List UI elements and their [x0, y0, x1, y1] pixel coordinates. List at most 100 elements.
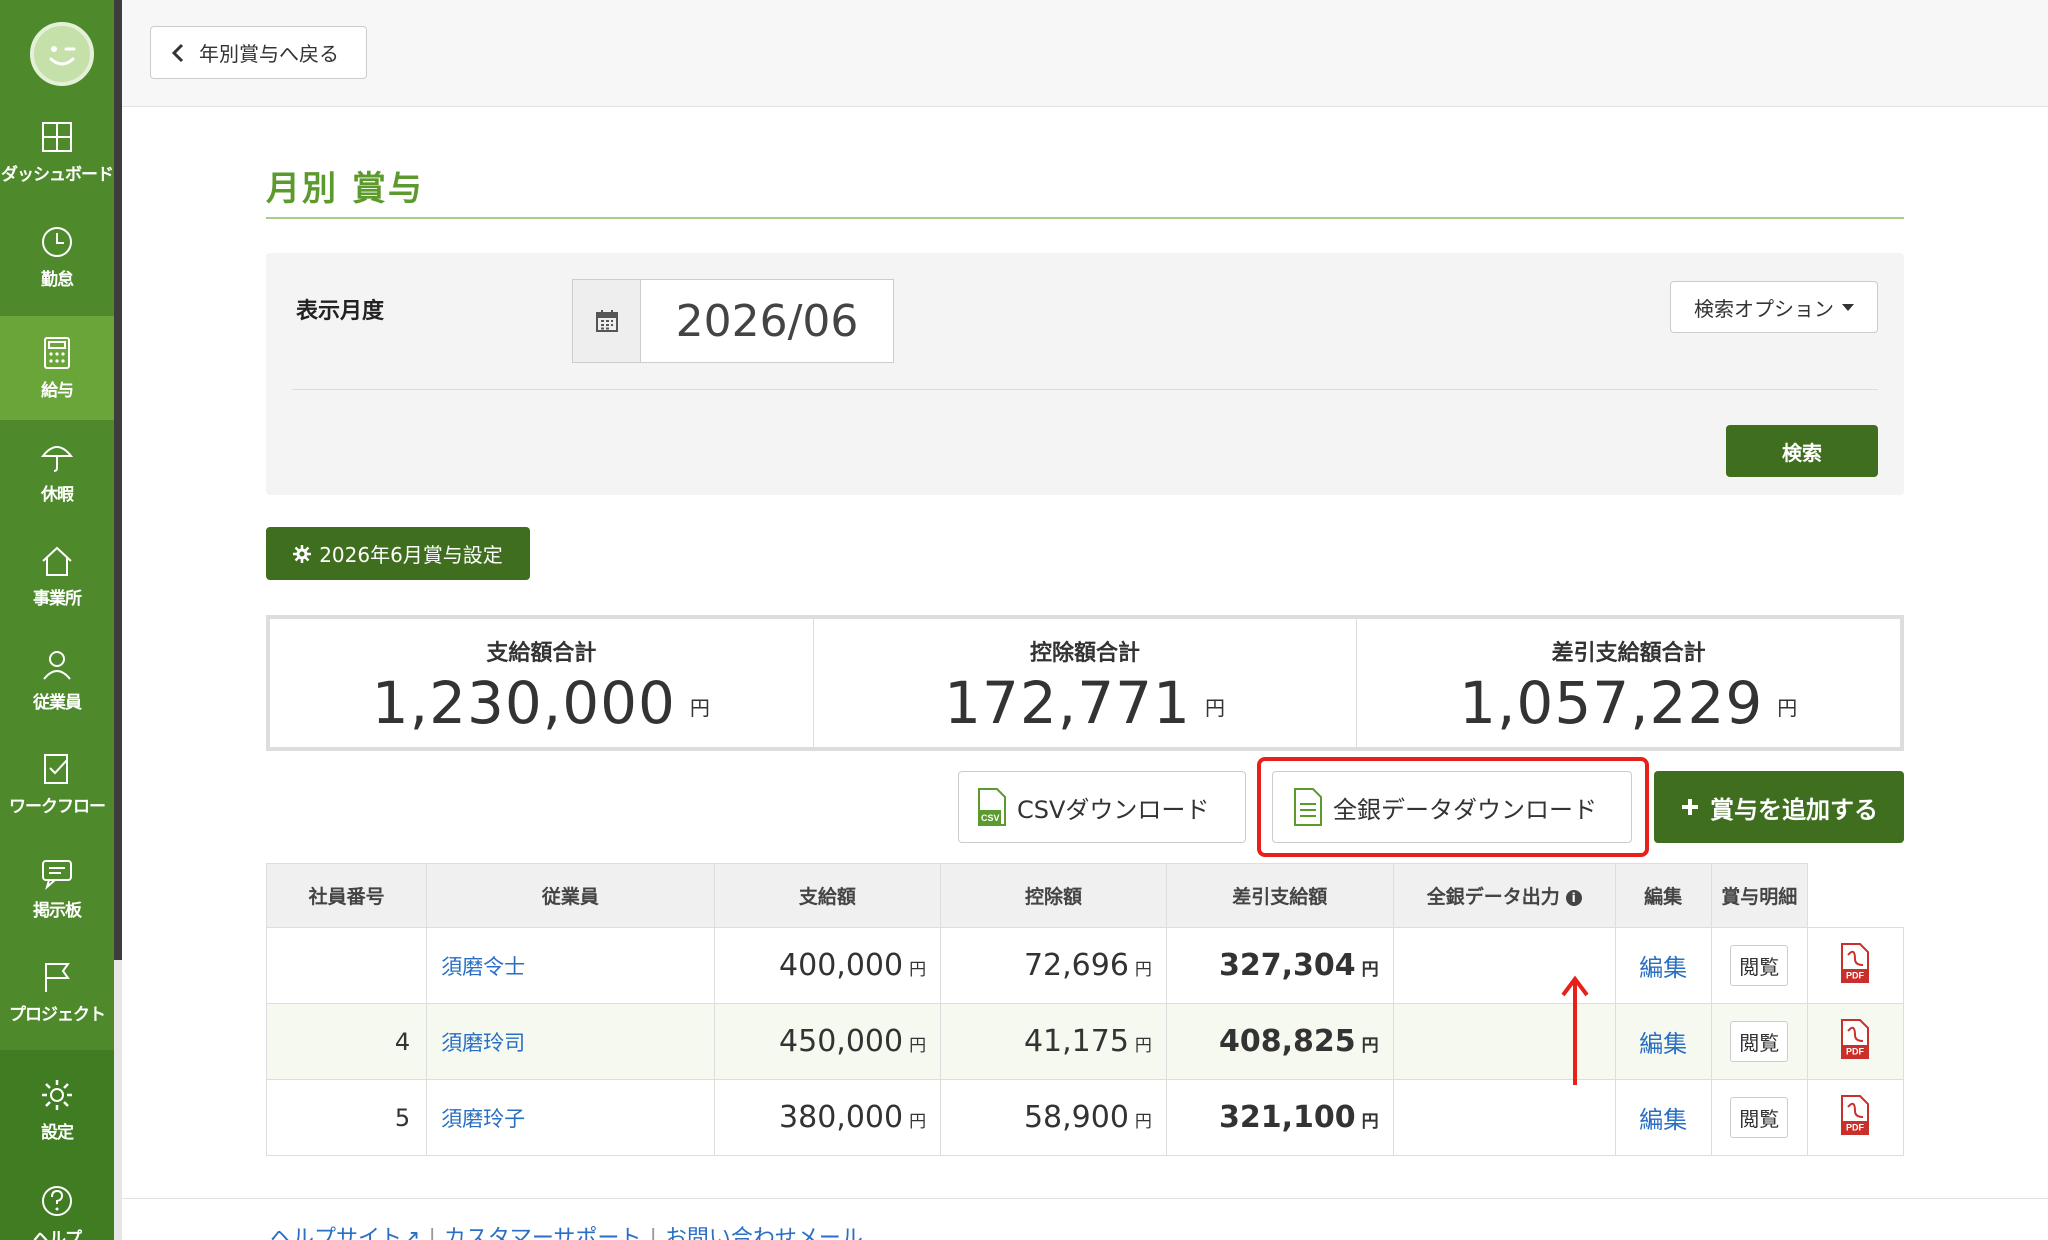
pay-total-value: 1,230,000	[371, 669, 676, 737]
table-row: 4 須磨玲司 450,000 円 41,175 円 408,825 円 編集 閲覧 P…	[265, 1003, 1905, 1080]
bonus-table: 社員番号 従業員 支給額 控除額 差引支給額 全銀データ出力 i 編集 賞与明細 …	[265, 863, 1905, 1156]
sidebar-item-board[interactable]: 掲示板	[0, 836, 114, 940]
employee-cell: 須磨玲子	[426, 1079, 715, 1156]
view-button[interactable]: 閲覧	[1730, 945, 1789, 986]
view-button[interactable]: 閲覧	[1730, 1097, 1789, 1138]
sidebar-item-leave[interactable]: 休暇	[0, 420, 114, 524]
chat-icon	[42, 859, 72, 890]
csv-download-button[interactable]: CSV CSVダウンロード	[958, 771, 1246, 843]
sidebar: ダッシュボード 勤怠 給与 休暇 事業所 従業員 ワークフロー 掲示板 プロジェ…	[0, 0, 122, 1240]
table-row: 5 須磨玲子 380,000 円 58,900 円 321,100 円 編集 閲覧 P…	[265, 1079, 1905, 1156]
csv-download-label: CSVダウンロード	[1017, 795, 1210, 824]
contact-mail-link[interactable]: お問い合わせメール	[665, 1226, 863, 1240]
sidebar-item-attendance[interactable]: 勤怠	[0, 205, 114, 309]
sidebar-item-settings[interactable]: 設定	[0, 1058, 114, 1162]
employee-cell: 須磨玲司	[426, 1003, 715, 1080]
footer-separator: |	[649, 1226, 657, 1240]
deduction-value: 72,696	[1023, 948, 1129, 983]
footer-separator: |	[428, 1226, 436, 1240]
pay-cell: 400,000 円	[713, 927, 942, 1004]
sidebar-item-label: プロジェクト	[9, 1004, 106, 1025]
col-employee-number: 社員番号	[265, 863, 428, 928]
sidebar-item-label: ワークフロー	[9, 796, 106, 817]
search-button[interactable]: 検索	[1726, 425, 1878, 477]
sidebar-item-office[interactable]: 事業所	[0, 524, 114, 628]
pay-value: 450,000	[779, 1024, 904, 1059]
calendar-button[interactable]	[573, 280, 641, 362]
home-icon	[42, 546, 72, 576]
yen-unit: 円	[909, 1036, 927, 1056]
yen-unit: 円	[1204, 696, 1226, 721]
sidebar-item-project[interactable]: プロジェクト	[0, 940, 114, 1044]
calculator-icon	[44, 336, 70, 369]
svg-text:PDF: PDF	[1846, 971, 1865, 981]
search-options-dropdown[interactable]: 検索オプション	[1670, 281, 1878, 333]
employee-link[interactable]: 須磨玲子	[441, 1107, 525, 1131]
summary-totals: 支給額合計 1,230,000 円 控除額合計 172,771 円 差引支給額合計 …	[266, 615, 1904, 751]
sidebar-item-workflow[interactable]: ワークフロー	[0, 732, 114, 836]
pdf-icon[interactable]: PDF	[1840, 943, 1870, 983]
pdf-icon[interactable]: PDF	[1840, 1019, 1870, 1059]
svg-text:CSV: CSV	[981, 813, 1000, 823]
col-pay: 支給額	[713, 863, 942, 928]
sidebar-item-payroll[interactable]: 給与	[0, 316, 114, 420]
employee-number: 5	[265, 1079, 428, 1156]
sidebar-item-label: 掲示板	[33, 900, 82, 921]
yen-unit: 円	[1777, 696, 1799, 721]
sidebar-item-help[interactable]: ヘルプ	[0, 1164, 114, 1240]
month-input[interactable]: 2026/06	[641, 280, 893, 362]
user-icon	[43, 650, 71, 680]
employee-number	[265, 927, 428, 1004]
sidebar-scrollbar[interactable]	[114, 0, 122, 960]
sidebar-item-label: ヘルプ	[33, 1228, 82, 1240]
deduction-value: 41,175	[1023, 1024, 1129, 1059]
back-to-yearly-button[interactable]: 年別賞与へ戻る	[150, 26, 367, 79]
customer-support-link[interactable]: カスタマーサポート	[444, 1226, 642, 1240]
net-cell: 327,304 円	[1165, 927, 1394, 1004]
col-bonus-statement: 賞与明細	[1710, 863, 1808, 928]
svg-text:PDF: PDF	[1846, 1047, 1865, 1057]
question-icon	[42, 1185, 72, 1216]
employee-link[interactable]: 須磨令士	[441, 955, 525, 979]
add-bonus-button[interactable]: 賞与を追加する	[1654, 771, 1904, 843]
app-logo[interactable]	[30, 22, 94, 86]
col-deduction: 控除額	[940, 863, 1167, 928]
sidebar-item-label: 勤怠	[41, 269, 74, 290]
calendar-icon	[595, 310, 618, 332]
edit-cell: 編集	[1614, 1003, 1712, 1080]
yen-unit: 円	[1361, 1112, 1379, 1132]
pay-cell: 380,000 円	[713, 1079, 942, 1156]
yen-unit: 円	[1361, 960, 1379, 980]
sidebar-item-label: ダッシュボード	[1, 164, 114, 185]
deduction-cell: 58,900 円	[940, 1079, 1167, 1156]
help-site-link[interactable]: ヘルプサイト	[270, 1226, 402, 1240]
edit-link[interactable]: 編集	[1639, 954, 1687, 982]
edit-link[interactable]: 編集	[1639, 1030, 1687, 1058]
month-picker[interactable]: 2026/06	[572, 279, 894, 363]
employee-link[interactable]: 須磨玲司	[441, 1031, 525, 1055]
net-total-value-wrap: 1,057,229 円	[1357, 669, 1900, 737]
annotation-highlight-box	[1257, 757, 1649, 857]
net-cell: 408,825 円	[1165, 1003, 1394, 1080]
clock-icon	[42, 226, 72, 257]
info-icon[interactable]: i	[1565, 889, 1582, 906]
sidebar-item-employees[interactable]: 従業員	[0, 628, 114, 732]
edit-link[interactable]: 編集	[1639, 1106, 1687, 1134]
pay-total-cell: 支給額合計 1,230,000 円	[270, 619, 814, 747]
yen-unit: 円	[1134, 1112, 1152, 1132]
deduction-cell: 41,175 円	[940, 1003, 1167, 1080]
view-button[interactable]: 閲覧	[1730, 1021, 1789, 1062]
view-cell: 閲覧	[1710, 927, 1808, 1004]
pdf-icon[interactable]: PDF	[1840, 1095, 1870, 1135]
sidebar-scrollbar-track	[114, 960, 122, 1240]
col-zengin-output-label: 全銀データ出力	[1426, 886, 1560, 908]
footer-divider	[122, 1198, 2048, 1199]
sidebar-item-dashboard[interactable]: ダッシュボード	[0, 100, 114, 204]
yen-unit: 円	[1134, 1036, 1152, 1056]
view-cell: 閲覧	[1710, 1003, 1808, 1080]
main-content: 月別 賞与 表示月度 2026/06 検索オプション 検索 2026年6月賞与設…	[122, 107, 2048, 1240]
deduction-value: 58,900	[1023, 1100, 1129, 1135]
dashboard-icon	[42, 121, 72, 152]
table-row: 須磨令士 400,000 円 72,696 円 327,304 円 編集 閲覧 PDF	[265, 927, 1905, 1004]
bonus-setting-button[interactable]: 2026年6月賞与設定	[266, 527, 530, 580]
